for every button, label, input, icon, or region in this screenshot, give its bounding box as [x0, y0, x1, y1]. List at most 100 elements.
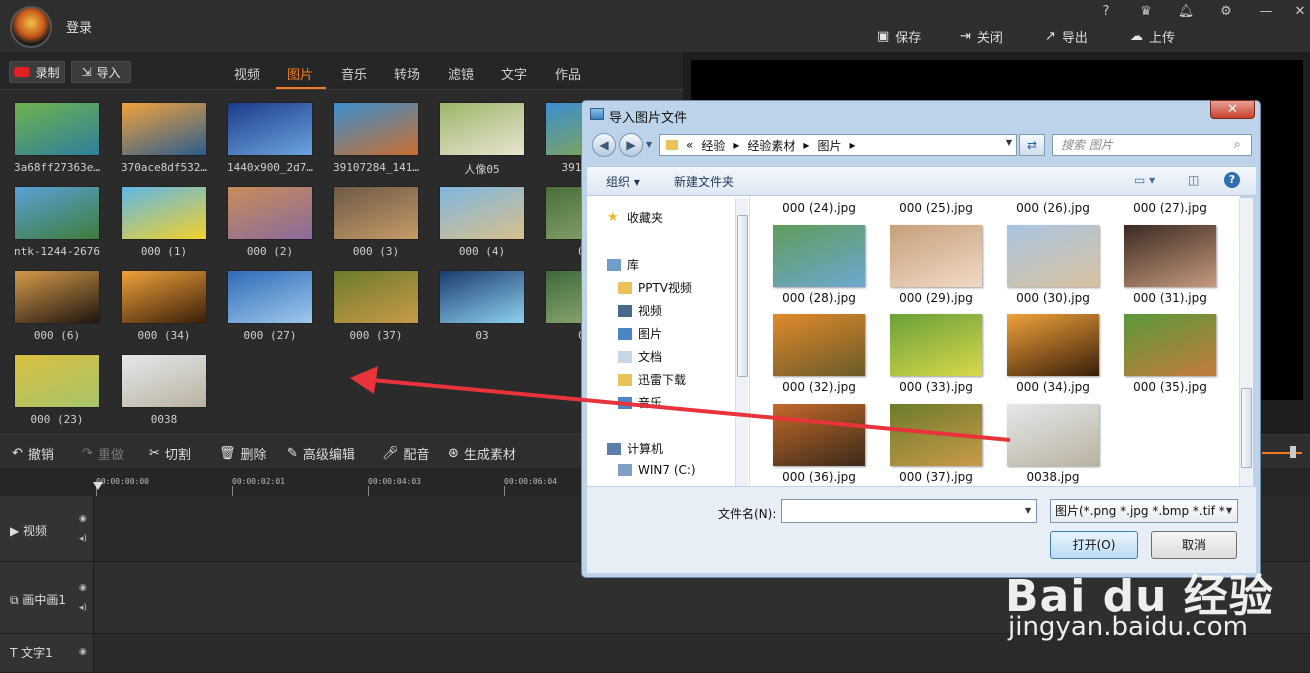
- import-button[interactable]: ⇲ 导入: [71, 61, 131, 83]
- file-name[interactable]: 000 (25).jpg: [886, 201, 986, 215]
- undo-button[interactable]: ↶ 撤销: [12, 444, 54, 463]
- file-item[interactable]: 000 (32).jpg: [769, 314, 869, 394]
- media-thumbnail[interactable]: 000 (34): [116, 270, 212, 342]
- tab-video[interactable]: 视频: [234, 64, 260, 83]
- close-project-button[interactable]: ⇥ 关闭: [960, 26, 1003, 46]
- file-item[interactable]: 000 (34).jpg: [1003, 314, 1103, 394]
- dialog-close-button[interactable]: ✕: [1210, 100, 1255, 119]
- eye-icon[interactable]: ◉: [79, 514, 87, 524]
- nav-scrollbar[interactable]: [735, 198, 748, 486]
- tab-pictures[interactable]: 图片: [287, 64, 313, 83]
- bell-icon[interactable]: 🔔︎: [1176, 4, 1196, 20]
- record-button[interactable]: 录制: [9, 61, 65, 83]
- nav-item[interactable]: 视频: [618, 302, 662, 319]
- breadcrumb-item[interactable]: 图片: [817, 137, 841, 154]
- filetype-select[interactable]: 图片(*.png *.jpg *.bmp *.tif *.: [1050, 499, 1238, 523]
- filetype-dropdown-icon[interactable]: ▼: [1226, 506, 1233, 515]
- nav-item[interactable]: 音乐: [618, 394, 662, 411]
- upload-button[interactable]: ☁ 上传: [1130, 26, 1175, 46]
- speaker-icon[interactable]: ◂): [79, 534, 87, 544]
- history-dropdown-icon[interactable]: ▼: [646, 140, 652, 149]
- search-input[interactable]: 搜索 图片: [1052, 134, 1252, 156]
- nav-item[interactable]: 文档: [618, 348, 662, 365]
- media-thumbnail[interactable]: ntk-1244-2676: [9, 186, 105, 258]
- nav-scrollbar-thumb[interactable]: [737, 215, 748, 377]
- advanced-edit-button[interactable]: ✎ 高级编辑: [287, 444, 355, 463]
- close-icon[interactable]: ✕: [1290, 4, 1310, 20]
- refresh-button[interactable]: ⇄: [1019, 134, 1045, 156]
- file-item[interactable]: 000 (30).jpg: [1003, 225, 1103, 305]
- save-button[interactable]: ▣ 保存: [877, 26, 921, 46]
- eye-icon[interactable]: ◉: [79, 583, 87, 593]
- nav-item[interactable]: 库: [607, 256, 639, 273]
- file-item[interactable]: 000 (35).jpg: [1120, 314, 1220, 394]
- tab-filters[interactable]: 滤镜: [448, 64, 474, 83]
- nav-item[interactable]: WIN7 (C:): [618, 463, 696, 477]
- view-options-icon[interactable]: ▭ ▾: [1134, 173, 1155, 187]
- media-thumbnail[interactable]: 000 (23): [9, 354, 105, 426]
- media-thumbnail[interactable]: 000 (3): [328, 186, 424, 258]
- nav-item[interactable]: PPTV视频: [618, 279, 692, 296]
- preview-pane-icon[interactable]: ◫: [1188, 173, 1199, 187]
- vip-icon[interactable]: ♛: [1136, 4, 1156, 20]
- media-thumbnail[interactable]: 0038: [116, 354, 212, 426]
- media-thumbnail[interactable]: 000 (37): [328, 270, 424, 342]
- delete-button[interactable]: 🗑︎ 删除: [219, 444, 267, 463]
- filename-input[interactable]: [781, 499, 1037, 523]
- nav-item[interactable]: 迅雷下载: [618, 371, 686, 388]
- zoom-slider-track[interactable]: [1262, 452, 1302, 454]
- address-bar[interactable]: « 经验 ▸ 经验素材 ▸ 图片 ▸ ▼: [659, 134, 1017, 156]
- login-link[interactable]: 登录: [66, 17, 92, 36]
- media-thumbnail[interactable]: 人像05: [434, 102, 530, 177]
- tab-transitions[interactable]: 转场: [394, 64, 420, 83]
- media-thumbnail[interactable]: 000 (1): [116, 186, 212, 258]
- media-thumbnail[interactable]: 000 (27): [222, 270, 318, 342]
- file-item[interactable]: 000 (29).jpg: [886, 225, 986, 305]
- cancel-button[interactable]: 取消: [1151, 531, 1237, 559]
- nav-item[interactable]: 图片: [618, 325, 662, 342]
- file-item[interactable]: 000 (33).jpg: [886, 314, 986, 394]
- breadcrumb-item[interactable]: 经验: [701, 137, 725, 154]
- organize-menu[interactable]: 组织 ▾: [606, 173, 640, 190]
- generate-material-button[interactable]: ⊛ 生成素材: [448, 444, 516, 463]
- file-item[interactable]: 0038.jpg: [1003, 404, 1103, 484]
- media-thumbnail[interactable]: 03: [434, 270, 530, 342]
- tab-works[interactable]: 作品: [555, 64, 581, 83]
- tab-text[interactable]: 文字: [501, 64, 527, 83]
- dubbing-button[interactable]: 🎤︎ 配音: [382, 444, 430, 463]
- file-item[interactable]: 000 (28).jpg: [769, 225, 869, 305]
- media-thumbnail[interactable]: 000 (2): [222, 186, 318, 258]
- file-name[interactable]: 000 (27).jpg: [1120, 201, 1220, 215]
- playhead[interactable]: [93, 482, 103, 490]
- help-icon[interactable]: ?: [1096, 4, 1116, 20]
- redo-button[interactable]: ↷ 重做: [82, 444, 124, 463]
- media-thumbnail[interactable]: 3a68ff27363e…: [9, 102, 105, 174]
- new-folder-button[interactable]: 新建文件夹: [674, 173, 734, 190]
- open-button[interactable]: 打开(O): [1050, 531, 1138, 559]
- file-item[interactable]: 000 (31).jpg: [1120, 225, 1220, 305]
- nav-item[interactable]: ★ 收藏夹: [607, 209, 663, 226]
- zoom-slider-handle[interactable]: [1290, 446, 1296, 458]
- file-scrollbar[interactable]: [1239, 198, 1253, 486]
- speaker-icon[interactable]: ◂): [79, 603, 87, 613]
- help-circle-icon[interactable]: ?: [1224, 172, 1240, 188]
- file-name[interactable]: 000 (24).jpg: [769, 201, 869, 215]
- nav-item[interactable]: 计算机: [607, 440, 663, 457]
- minimize-icon[interactable]: —: [1256, 4, 1276, 20]
- forward-icon[interactable]: ▶: [619, 133, 643, 157]
- eye-icon[interactable]: ◉: [79, 647, 87, 657]
- media-thumbnail[interactable]: 39107284_141…: [328, 102, 424, 174]
- file-name[interactable]: 000 (26).jpg: [1003, 201, 1103, 215]
- media-thumbnail[interactable]: 000 (4): [434, 186, 530, 258]
- file-item[interactable]: 000 (36).jpg: [769, 404, 869, 484]
- tab-music[interactable]: 音乐: [341, 64, 367, 83]
- cut-button[interactable]: ✂ 切割: [149, 444, 191, 463]
- filename-dropdown-icon[interactable]: ▼: [1025, 506, 1031, 515]
- back-icon[interactable]: ◀: [592, 133, 616, 157]
- export-button[interactable]: ↗ 导出: [1045, 26, 1088, 46]
- file-item[interactable]: 000 (37).jpg: [886, 404, 986, 484]
- file-scrollbar-thumb[interactable]: [1241, 388, 1252, 468]
- search-icon[interactable]: ⌕: [1234, 137, 1241, 152]
- media-thumbnail[interactable]: 000 (6): [9, 270, 105, 342]
- media-thumbnail[interactable]: 370ace8df532…: [116, 102, 212, 174]
